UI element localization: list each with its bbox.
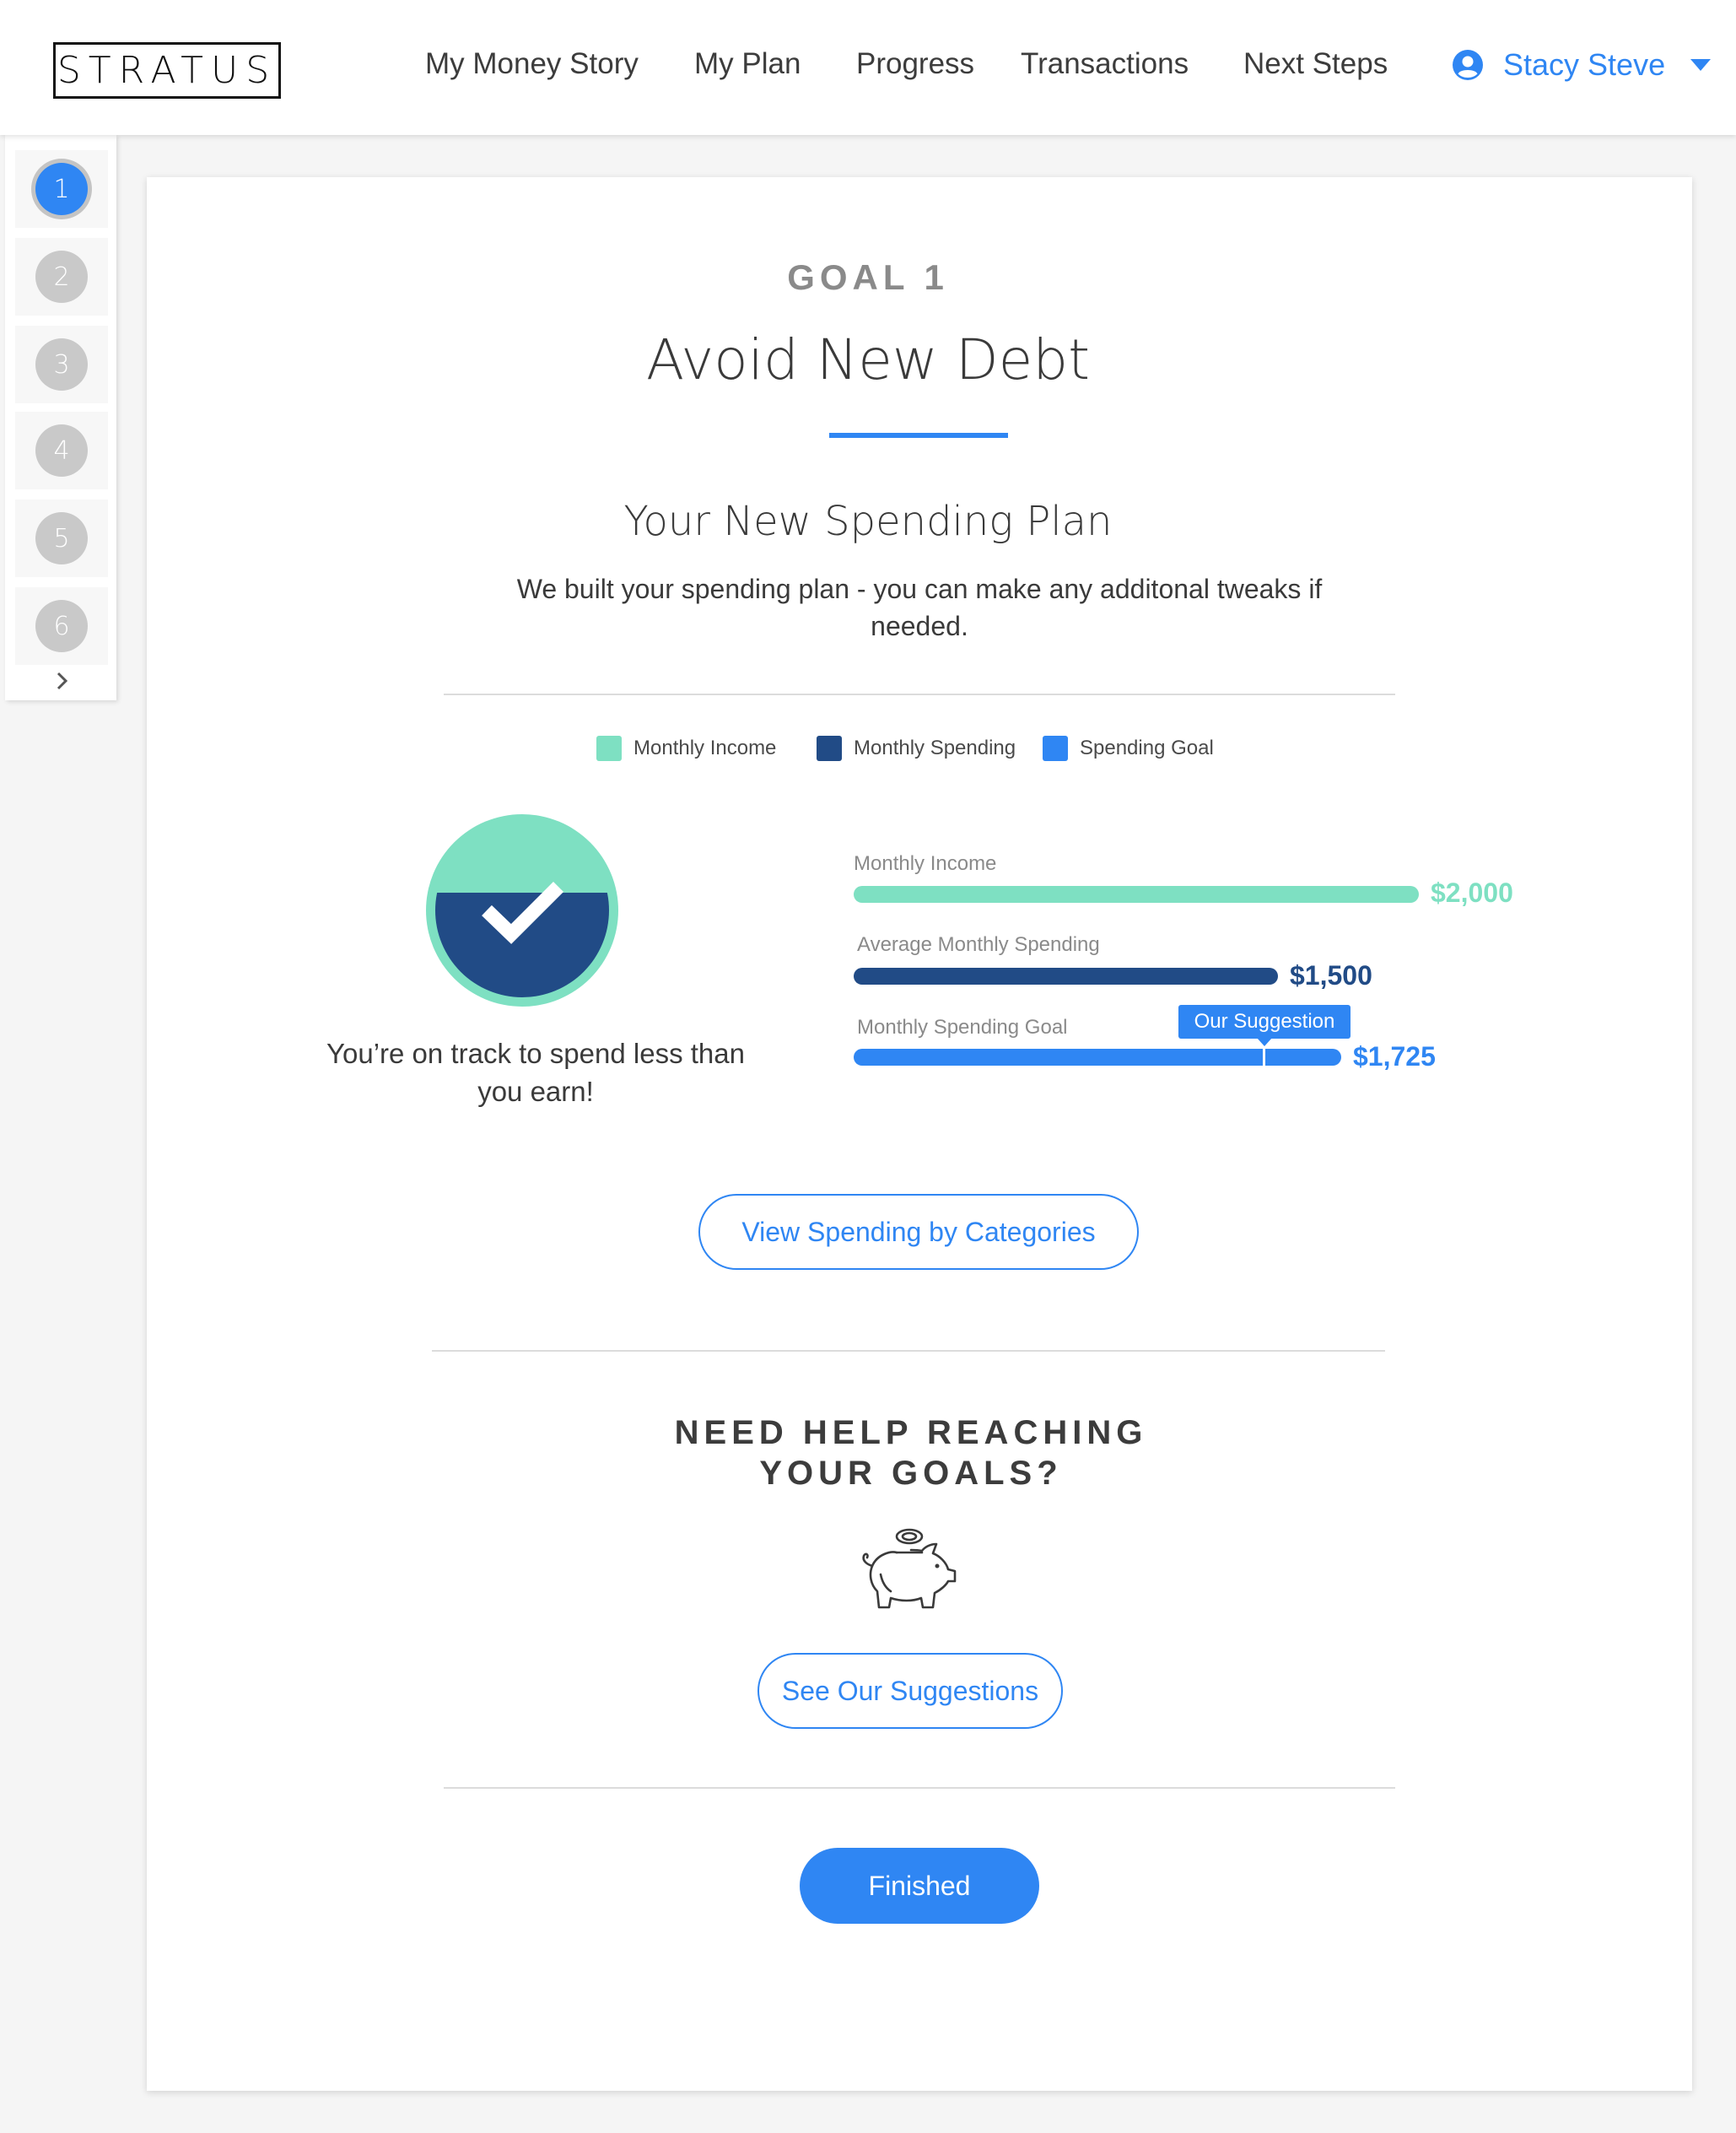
caret-down-icon: [1690, 59, 1712, 71]
goal-steps-sidebar: 1 2 3 4 5 6: [5, 135, 116, 700]
nav-next-steps[interactable]: Next Steps: [1243, 47, 1388, 81]
legend-swatch: [817, 736, 842, 761]
divider: [444, 1787, 1395, 1789]
nav-my-plan[interactable]: My Plan: [694, 47, 801, 81]
bar-value-average-spending: $1,500: [1290, 960, 1372, 991]
legend-label: Monthly Spending: [854, 737, 1016, 759]
legend-item-monthly-income: Monthly Income: [596, 736, 776, 761]
nav-transactions[interactable]: Transactions: [1021, 47, 1189, 81]
checkmark-badge-icon: [426, 814, 618, 1007]
step-1[interactable]: 1: [15, 150, 108, 228]
goal-number-label: GOAL 1: [787, 257, 949, 297]
bar-label-spending-goal: Monthly Spending Goal: [857, 1016, 1068, 1039]
step-4[interactable]: 4: [15, 412, 108, 489]
bar-value-spending-goal: $1,725: [1353, 1041, 1436, 1072]
help-heading-line-1: NEED HELP REACHING: [674, 1414, 1148, 1451]
piggy-bank-icon: [862, 1528, 957, 1609]
legend-item-spending-goal: Spending Goal: [1043, 736, 1214, 761]
legend-label: Spending Goal: [1080, 737, 1214, 759]
status-message: You’re on track to spend less than you e…: [326, 1038, 745, 1107]
see-suggestions-button[interactable]: See Our Suggestions: [757, 1653, 1063, 1729]
title-underline: [829, 433, 1008, 438]
bar-value-monthly-income: $2,000: [1431, 878, 1513, 908]
step-number: 2: [35, 251, 88, 303]
legend-item-monthly-spending: Monthly Spending: [817, 736, 1016, 761]
step-3[interactable]: 3: [15, 326, 108, 403]
legend-label: Monthly Income: [633, 737, 777, 759]
divider: [432, 1350, 1385, 1352]
spending-plan-title: Your New Spending Plan: [623, 498, 1113, 545]
tooltip-pointer: [1257, 1038, 1272, 1046]
our-suggestion-tooltip: Our Suggestion: [1178, 1005, 1351, 1039]
spending-plan-subtitle: We built your spending plan - you can ma…: [516, 574, 1323, 641]
nav-my-money-story[interactable]: My Money Story: [425, 47, 639, 81]
bar-label-average-spending: Average Monthly Spending: [857, 933, 1100, 956]
finished-button[interactable]: Finished: [800, 1848, 1039, 1924]
bar-average-spending: [854, 968, 1278, 985]
goal-title: Avoid New Debt: [645, 327, 1091, 392]
step-number: 1: [35, 163, 88, 215]
user-circle-icon: [1453, 50, 1483, 80]
user-name: Stacy Steve: [1503, 47, 1666, 82]
bar-monthly-income: [854, 886, 1419, 903]
step-number: 3: [35, 338, 88, 391]
view-spending-categories-button[interactable]: View Spending by Categories: [698, 1194, 1139, 1270]
help-heading-line-2: YOUR GOALS?: [759, 1455, 1063, 1492]
step-number: 4: [35, 424, 88, 477]
bar-spending-goal[interactable]: [854, 1049, 1341, 1066]
nav-progress[interactable]: Progress: [856, 47, 974, 81]
step-6[interactable]: 6: [15, 587, 108, 665]
step-2[interactable]: 2: [15, 238, 108, 316]
step-5[interactable]: 5: [15, 500, 108, 577]
legend-swatch: [596, 736, 622, 761]
legend-swatch: [1043, 736, 1068, 761]
top-header: STRATUS My Money Story My Plan Progress …: [0, 0, 1736, 135]
step-number: 5: [35, 512, 88, 564]
bar-label-monthly-income: Monthly Income: [854, 852, 997, 875]
help-heading: NEED HELP REACHING YOUR GOALS?: [590, 1412, 1232, 1493]
goal-card: [147, 177, 1692, 2091]
user-menu[interactable]: Stacy Steve: [1453, 47, 1712, 83]
chevron-right-icon[interactable]: [54, 670, 71, 692]
step-number: 6: [35, 600, 88, 652]
divider: [444, 694, 1395, 695]
